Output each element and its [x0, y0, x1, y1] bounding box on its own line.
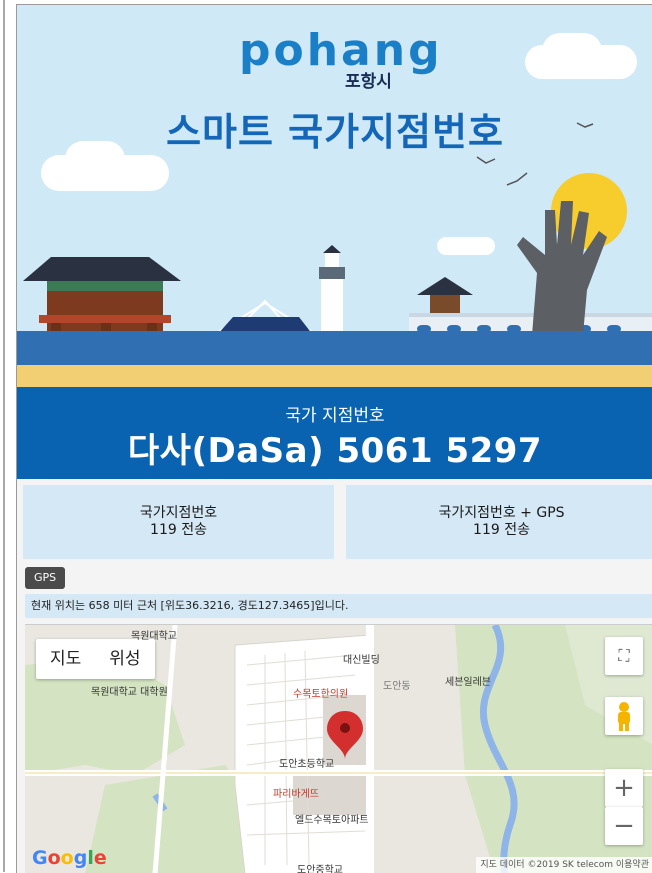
map-label: 엘드수목토아파트 — [295, 815, 369, 826]
fullscreen-icon[interactable]: ⛶ — [605, 637, 643, 675]
sand-band — [17, 365, 652, 387]
map-label: 목원대학교 — [131, 631, 177, 642]
send-119-gps-button-line2: 119 전송 — [473, 522, 530, 538]
national-point-banner: 국가 지점번호 다사(DaSa) 5061 5297 — [17, 387, 652, 479]
map-label: 도안동 — [383, 681, 411, 692]
send-119-gps-button[interactable]: 국가지점번호 + GPS 119 전송 — [346, 485, 652, 559]
map-type-map[interactable]: 지도 — [36, 639, 95, 679]
google-logo: Google — [32, 847, 107, 869]
zoom-out-button[interactable]: − — [605, 807, 643, 845]
location-text: 현재 위치는 658 미터 근처 [위도36.3216, 경도127.3465]… — [25, 594, 652, 618]
map-label: 대신빌딩 — [343, 655, 380, 666]
map-label: 목원대학교 대학원 — [91, 687, 168, 698]
map-view[interactable]: 지도 위성 목원대학교 목원대학교 대학원 대신빌딩 도안동 세븐일레븐 수목토… — [25, 624, 652, 873]
map-label: 세븐일레븐 — [445, 677, 491, 688]
app-frame: pohang 포항시 스마트 국가지점번호 국가 지점번호 다사(DaSa) 5… — [16, 4, 652, 873]
zoom-in-button[interactable]: + — [605, 769, 643, 807]
landmarks-graphic — [23, 122, 652, 367]
map-type-switch: 지도 위성 — [36, 639, 155, 679]
send-119-button-line1: 국가지점번호 — [139, 505, 218, 521]
hero-illustration: pohang 포항시 스마트 국가지점번호 — [17, 5, 652, 387]
gps-tag: GPS — [25, 567, 66, 589]
send-119-button-line2: 119 전송 — [150, 522, 207, 538]
sea-band — [17, 331, 652, 365]
map-label: 도안중학교 — [297, 865, 343, 873]
pegman-icon[interactable] — [605, 697, 643, 735]
map-label: 수목토한의원 — [293, 689, 349, 700]
map-type-satellite[interactable]: 위성 — [95, 639, 154, 679]
send-119-button[interactable]: 국가지점번호 119 전송 — [23, 485, 334, 559]
map-attribution[interactable]: 지도 데이터 ©2019 SK telecom 이용약관 — [476, 857, 652, 873]
national-point-code: 다사(DaSa) 5061 5297 — [127, 431, 543, 471]
map-label: 도안초등학교 — [279, 759, 335, 770]
window-left-edge — [0, 0, 16, 872]
send-119-gps-button-line1: 국가지점번호 + GPS — [438, 505, 565, 521]
map-label: 파리바게뜨 — [273, 789, 319, 800]
